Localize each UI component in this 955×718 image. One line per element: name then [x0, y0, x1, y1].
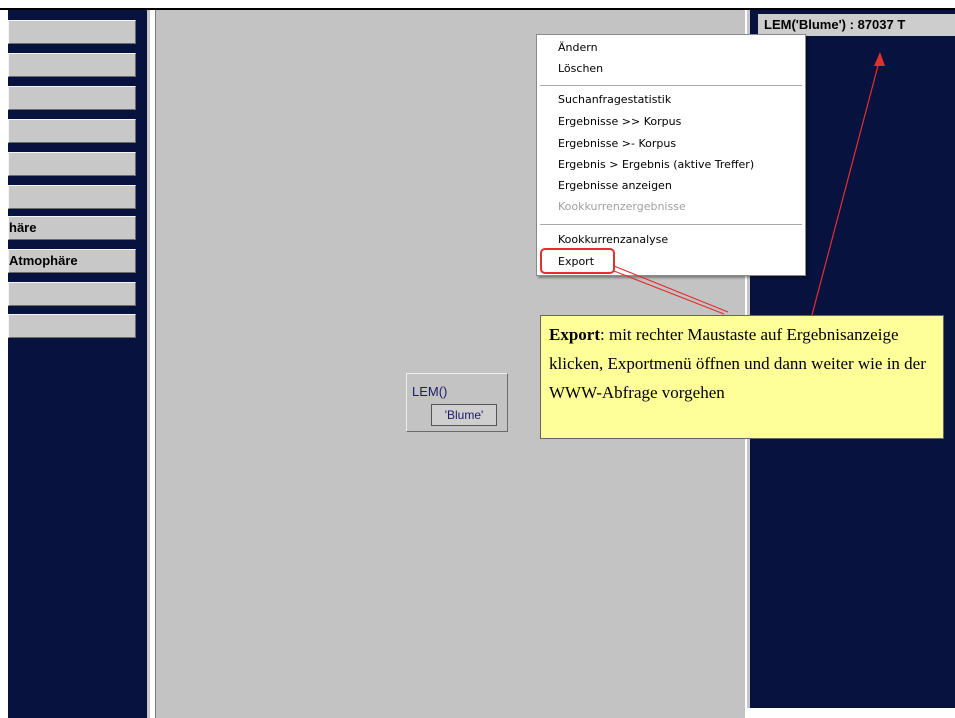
- export-highlight-frame: [540, 248, 615, 274]
- menu-item-ergebnis-ergebnis[interactable]: Ergebnis > Ergebnis (aktive Treffer): [558, 155, 754, 175]
- menu-separator: [540, 85, 802, 87]
- sidebar-button-2[interactable]: [8, 53, 136, 77]
- menu-item-aendern[interactable]: Ändern: [558, 38, 598, 58]
- query-argument-button[interactable]: 'Blume': [431, 404, 497, 426]
- sidebar-button-4[interactable]: [8, 119, 136, 143]
- menu-separator: [540, 224, 802, 226]
- menu-item-kookkurrenzanalyse[interactable]: Kookkurrenzanalyse: [558, 230, 668, 250]
- callout-text: : mit rechter Maustaste auf Ergebnisanze…: [549, 325, 926, 402]
- result-panel-title: LEM('Blume') : 87037 T: [758, 14, 955, 36]
- sidebar-button-haere[interactable]: häre: [8, 216, 136, 240]
- menu-item-loeschen[interactable]: Löschen: [558, 59, 603, 79]
- sidebar-button-6[interactable]: [8, 185, 136, 209]
- left-sidebar: häre Atmophäre: [8, 10, 150, 718]
- context-menu: Ändern Löschen Suchanfragestatistik Erge…: [536, 34, 806, 276]
- sidebar-button-5[interactable]: [8, 152, 136, 176]
- sidebar-button-3[interactable]: [8, 86, 136, 110]
- sidebar-button-atmophaere[interactable]: Atmophäre: [8, 249, 136, 273]
- sidebar-button-10[interactable]: [8, 314, 136, 338]
- menu-item-ergebnisse-korpus[interactable]: Ergebnisse >> Korpus: [558, 112, 681, 132]
- query-node-label: LEM(): [412, 384, 448, 399]
- callout-title: Export: [549, 325, 600, 344]
- sidebar-button-1[interactable]: [8, 20, 136, 44]
- menu-item-ergebnisse-anzeigen[interactable]: Ergebnisse anzeigen: [558, 176, 672, 196]
- sidebar-divider: [147, 10, 150, 718]
- export-callout: Export: mit rechter Maustaste auf Ergebn…: [540, 315, 944, 439]
- menu-item-suchanfragestatistik[interactable]: Suchanfragestatistik: [558, 90, 671, 110]
- menu-item-kookkurrenzergebnisse: Kookkurrenzergebnisse: [558, 200, 686, 213]
- sidebar-button-9[interactable]: [8, 282, 136, 306]
- query-node[interactable]: LEM() 'Blume': [406, 373, 508, 432]
- menu-item-ergebnisse-minus-korpus[interactable]: Ergebnisse >- Korpus: [558, 134, 676, 154]
